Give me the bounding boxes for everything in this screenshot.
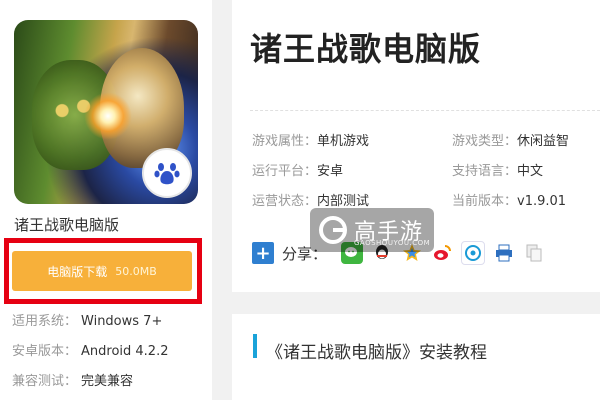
meta-attr-value: 单机游戏 (317, 134, 370, 149)
info-compat-row: 兼容测试： 完美兼容 (12, 370, 133, 389)
meta-type-value: 休闲益智 (517, 134, 570, 149)
meta-attr-key: 游戏属性： (252, 134, 318, 149)
download-size: 50.0MB (115, 264, 157, 278)
app-name-left: 诸王战歌电脑版 (14, 216, 120, 234)
info-os-value: Windows 7+ (81, 314, 163, 329)
baidu-paw-icon (142, 148, 192, 198)
download-label: 电脑版下载 (47, 264, 108, 279)
share-plus-icon[interactable]: + (252, 242, 274, 264)
print-icon[interactable] (493, 242, 516, 264)
info-android-row: 安卓版本： Android 4.2.2 (12, 340, 169, 359)
meta-attr: 游戏属性：单机游戏 (252, 130, 369, 149)
pc-download-button[interactable]: 电脑版下载 50.0MB (12, 251, 192, 291)
watermark-url: GAOSHOUYOU.COM (354, 239, 431, 247)
tencent-weibo-icon[interactable] (461, 241, 486, 265)
meta-type-key: 游戏类型： (452, 134, 518, 149)
copy-icon[interactable] (523, 242, 546, 264)
weibo-icon[interactable] (431, 242, 454, 264)
info-compat-value: 完美兼容 (81, 374, 134, 389)
app-icon-image[interactable] (14, 20, 198, 204)
meta-status-value: 内部测试 (317, 194, 370, 209)
meta-version-key: 当前版本： (452, 194, 518, 209)
gaoshouyou-logo-icon (319, 216, 347, 244)
meta-platform-value: 安卓 (317, 164, 344, 179)
meta-status-key: 运营状态： (252, 194, 318, 209)
gaoshouyou-watermark: 高手游 GAOSHOUYOU.COM (310, 208, 434, 252)
info-compat-key: 兼容测试： (12, 374, 78, 389)
info-os-row: 适用系统： Windows 7+ (12, 310, 162, 329)
spark-art (84, 92, 132, 140)
meta-platform: 运行平台：安卓 (252, 160, 343, 179)
meta-version-value: v1.9.01 (517, 194, 567, 209)
tutorial-accent-bar (253, 334, 257, 358)
page-title: 诸王战歌电脑版 (250, 30, 482, 68)
meta-platform-key: 运行平台： (252, 164, 318, 179)
meta-type: 游戏类型：休闲益智 (452, 130, 569, 149)
meta-status: 运营状态：内部测试 (252, 190, 369, 209)
info-android-value: Android 4.2.2 (81, 344, 169, 359)
info-android-key: 安卓版本： (12, 344, 78, 359)
title-divider (250, 110, 600, 111)
meta-version: 当前版本：v1.9.01 (452, 190, 566, 209)
meta-language-value: 中文 (517, 164, 544, 179)
meta-language-key: 支持语言： (452, 164, 518, 179)
tutorial-title[interactable]: 《诸王战歌电脑版》安装教程 (266, 338, 487, 363)
info-os-key: 适用系统： (12, 314, 78, 329)
meta-language: 支持语言：中文 (452, 160, 543, 179)
